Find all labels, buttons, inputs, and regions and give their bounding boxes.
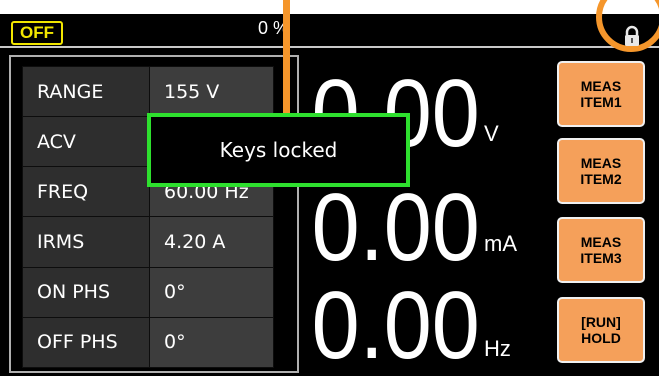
softkey-line2: ITEM2 (580, 171, 622, 187)
softkey-line2: HOLD (581, 330, 621, 346)
current-readout: 0.00 (300, 180, 480, 276)
meas-item3-button[interactable]: MEAS ITEM3 (557, 217, 645, 283)
softkey-line2: ITEM3 (580, 250, 622, 266)
current-value: 0.00 (311, 174, 480, 281)
param-value: 0° (149, 316, 274, 369)
keys-locked-popup: Keys locked (147, 113, 410, 187)
param-value: 4.20 A (149, 216, 274, 268)
frequency-unit: Hz (484, 336, 511, 361)
frequency-readout: 0.00 (300, 278, 480, 374)
top-margin (0, 0, 659, 14)
param-label: ON PHS (22, 266, 150, 318)
current-unit: mA (484, 231, 517, 256)
output-state-badge: OFF (11, 21, 63, 45)
param-value: 0° (149, 266, 274, 318)
param-row-range[interactable]: RANGE 155 V (22, 65, 274, 118)
param-label: FREQ (22, 166, 150, 218)
param-value: 155 V (149, 65, 274, 118)
softkey-line2: ITEM1 (580, 94, 622, 110)
softkey-line1: MEAS (580, 78, 622, 94)
popup-message: Keys locked (219, 138, 338, 162)
meas-item2-button[interactable]: MEAS ITEM2 (557, 138, 645, 204)
callout-line (283, 0, 290, 130)
status-bar (0, 14, 659, 48)
softkey-line1: [RUN] (581, 314, 621, 330)
param-row-off-phase[interactable]: OFF PHS 0° (22, 316, 274, 369)
param-label: RANGE (22, 65, 150, 118)
lock-icon (625, 25, 639, 46)
softkey-line1: MEAS (580, 155, 622, 171)
param-row-irms[interactable]: IRMS 4.20 A (22, 216, 274, 268)
softkey-line1: MEAS (580, 234, 622, 250)
param-label: ACV (22, 116, 150, 168)
param-label: OFF PHS (22, 316, 150, 369)
param-row-on-phase[interactable]: ON PHS 0° (22, 266, 274, 318)
param-label: IRMS (22, 216, 150, 268)
status-readout: 0 % (258, 18, 290, 38)
run-hold-button[interactable]: [RUN] HOLD (557, 297, 645, 363)
voltage-unit: V (484, 121, 499, 146)
meas-item1-button[interactable]: MEAS ITEM1 (557, 61, 645, 127)
parameter-table: RANGE 155 V ACV FREQ 60.00 Hz IRMS 4.20 … (22, 65, 274, 369)
frequency-value: 0.00 (311, 272, 480, 379)
